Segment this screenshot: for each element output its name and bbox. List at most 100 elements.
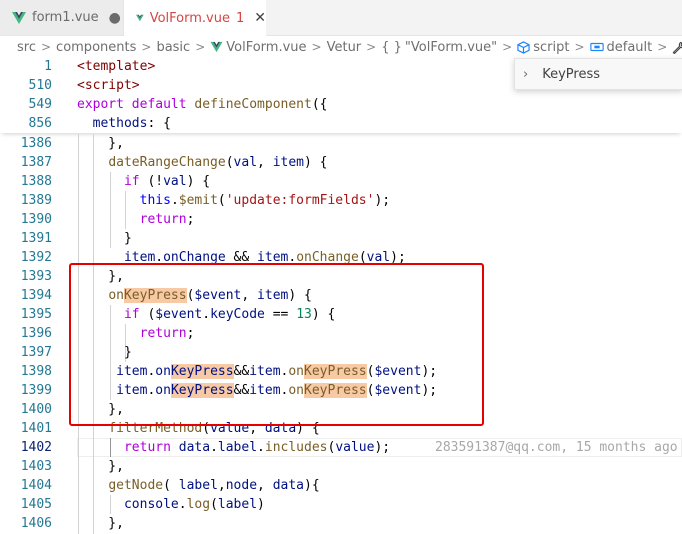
line-number: 1390 [20,212,52,227]
code-text: console.log(label) [77,495,265,514]
breadcrumb-module-label: "VolForm.vue" [404,39,498,55]
breadcrumb-item-src[interactable]: src [17,40,36,55]
code-token: val [233,155,258,170]
code-text: }, [77,514,124,533]
code-token: defineComponent [194,97,312,112]
code-token: ); [374,193,391,208]
code-token: ) { [186,174,211,189]
code-token: ; [186,212,195,227]
code-line[interactable]: 549 export default defineComponent({ [0,95,682,114]
editor-tab-bar: form1.vue ● VolForm.vue 1 ✕ [0,0,682,36]
code-text: dateRangeChange(val, item) { [77,153,327,172]
git-blame-annotation: 283591387@qq.com, 15 months ago [435,440,678,455]
line-number: 1404 [20,478,52,493]
code-token: ( [225,155,234,170]
close-icon[interactable]: ✕ [254,10,266,26]
code-token: ); [374,440,391,455]
line-number: 510 [28,78,52,93]
breadcrumb-item-methods[interactable]: methods [672,40,682,55]
code-token: ( [163,478,179,493]
code-token: data [178,440,211,455]
code-token: data [272,478,305,493]
line-number: 1394 [20,288,52,303]
code-token: this [139,193,171,208]
line-number: 1391 [20,231,52,246]
breadcrumb-item-default[interactable]: default [589,40,652,55]
code-line[interactable]: 1405 console.log(label) [0,495,682,514]
chevron-right-icon: > [502,40,513,54]
code-token: . [178,497,187,512]
code-token: getNode [108,478,164,493]
code-token: return [139,212,187,227]
tab-volform-vue[interactable]: VolForm.vue 1 ✕ [124,0,266,36]
chevron-right-icon: > [657,40,668,54]
tab-label: form1.vue [32,10,99,25]
code-token: includes [264,440,328,455]
code-line[interactable]: 1387 dateRangeChange(val, item) { [0,153,682,172]
variable-icon [589,42,604,52]
code-text: return data.label.includes(value); [77,438,390,457]
vue-file-icon [210,41,223,53]
code-token: log [186,497,211,512]
braces-icon: { } [381,39,402,55]
code-token: , [257,478,273,493]
breadcrumb-item-script[interactable]: script [517,40,569,55]
breadcrumb-item-vetur[interactable]: Vetur [327,40,362,55]
line-number: 1386 [20,136,52,151]
code-token: dateRangeChange [108,155,226,170]
problem-count-badge: 1 [235,10,245,26]
code-token: } [77,231,132,246]
code-text: getNode( label,node, data){ [77,476,319,495]
code-line[interactable]: 1403 }, [0,457,682,476]
tab-form1-vue[interactable]: form1.vue ● [0,0,124,35]
unsaved-dot-icon[interactable]: ● [109,10,121,26]
code-line[interactable]: 1404 getNode( label,node, data){ [0,476,682,495]
code-token: label [178,478,218,493]
chevron-right-icon: > [141,40,152,54]
tab-label: VolForm.vue [149,10,230,26]
line-number: 856 [28,116,52,131]
suggestion-label: KeyPress [542,66,600,82]
chevron-right-icon[interactable]: › [523,67,528,82]
code-text: } [77,229,132,248]
breadcrumb-item-file[interactable]: VolForm.vue [210,40,307,55]
code-token: export [77,97,124,112]
annotation-highlight-box [69,263,484,426]
code-line[interactable]: 1386 }, [0,134,682,153]
code-token: ( [217,193,226,208]
code-text: return; [77,210,195,229]
code-line[interactable]: 1388 if (!val) { [0,172,682,191]
code-token: . [257,440,265,455]
line-number: 1397 [20,345,52,360]
code-line[interactable]: 856 methods: { [0,114,682,133]
code-text: <template> [77,57,155,76]
code-token: if [123,174,140,189]
code-token: $emit [178,193,218,208]
code-line[interactable]: 1391 } [0,229,682,248]
code-text: if (!val) { [77,172,210,191]
code-token: label [217,497,258,512]
vue-file-icon [12,11,26,24]
breadcrumb-item-components[interactable]: components [56,40,136,55]
code-line[interactable]: 1406 }, [0,514,682,533]
breadcrumb-item-basic[interactable]: basic [156,40,190,55]
breadcrumb-item-module[interactable]: { } "VolForm.vue" [381,40,497,55]
code-token: methods [92,116,148,131]
code-token: }, [77,459,124,474]
code-token: <template> [77,59,156,74]
code-line[interactable]: 1390 return; [0,210,682,229]
chevron-right-icon: > [195,40,206,54]
code-token: ( [210,497,218,512]
code-text: <script> [77,76,140,95]
code-token: ) [257,497,265,512]
find-suggestion-popup[interactable]: › KeyPress [514,58,682,90]
code-line[interactable]: 1389 this.$emit('update:formFields'); [0,191,682,210]
